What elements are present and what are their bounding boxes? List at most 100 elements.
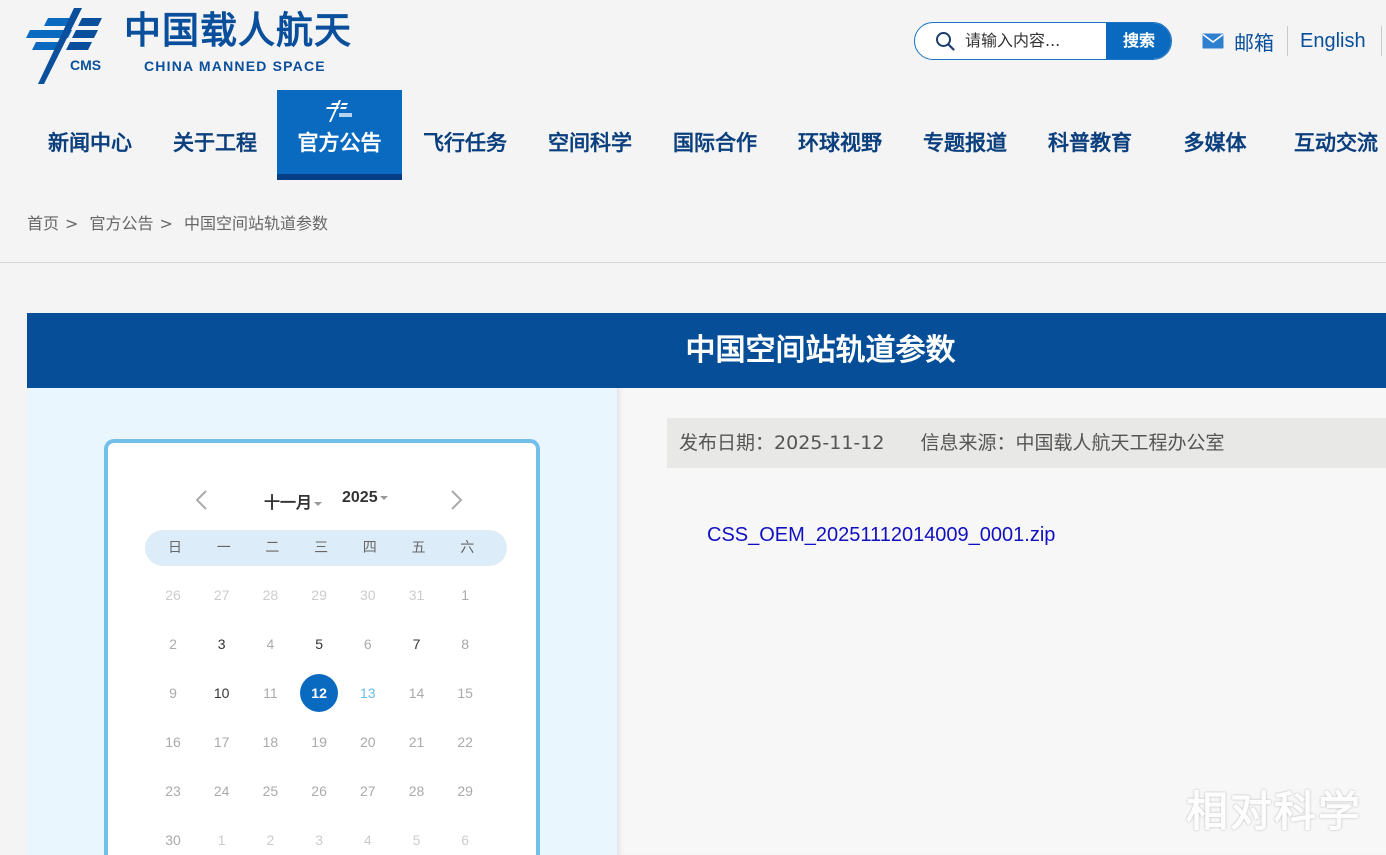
calendar-day[interactable]: 14 xyxy=(397,673,437,713)
calendar-day[interactable]: 24 xyxy=(202,771,242,811)
date-calendar: 十一月 2025 日一二三四五六 26 27 28 29 30 31 1 2 3 4 5 6 7 8 9 10… xyxy=(104,439,540,855)
publish-date: 2025-11-12 xyxy=(774,432,885,454)
calendar-day[interactable]: 26 xyxy=(153,575,193,615)
logo-title-en: CHINA MANNED SPACE xyxy=(144,58,326,74)
calendar-day[interactable]: 1 xyxy=(445,575,485,615)
breadcrumb-announcements[interactable]: 官方公告 xyxy=(90,214,154,233)
calendar-day[interactable]: 30 xyxy=(153,820,193,855)
calendar-day[interactable]: 28 xyxy=(250,575,290,615)
calendar-day[interactable]: 22 xyxy=(445,722,485,762)
calendar-day[interactable]: 23 xyxy=(153,771,193,811)
svg-text:CMS: CMS xyxy=(70,57,101,73)
header-divider-line xyxy=(0,262,1386,263)
calendar-day[interactable]: 12 xyxy=(300,674,339,712)
calendar-year-select[interactable]: 2025 xyxy=(342,489,388,507)
calendar-day[interactable]: 7 xyxy=(397,624,437,664)
calendar-day[interactable]: 4 xyxy=(348,820,388,855)
search-icon xyxy=(936,32,955,51)
site-logo[interactable]: CMS 中国载人航天 CHINA MANNED SPACE xyxy=(26,8,366,84)
header-divider xyxy=(1287,26,1288,56)
calendar-day[interactable]: 20 xyxy=(348,722,388,762)
nav-item-multimedia[interactable]: 多媒体 xyxy=(1180,90,1250,180)
cms-logo-icon: CMS xyxy=(26,8,102,84)
calendar-day[interactable]: 6 xyxy=(445,820,485,855)
search-button[interactable]: 搜索 xyxy=(1106,23,1171,59)
calendar-weekday: 六 xyxy=(460,540,475,556)
calendar-day[interactable]: 11 xyxy=(250,673,290,713)
calendar-day[interactable]: 5 xyxy=(299,624,339,664)
calendar-day[interactable]: 21 xyxy=(397,722,437,762)
attachment-link[interactable]: CSS_OEM_20251112014009_0001.zip xyxy=(707,524,1055,547)
calendar-day[interactable]: 25 xyxy=(250,771,290,811)
caret-down-icon xyxy=(314,501,323,506)
calendar-month-select[interactable]: 十一月 xyxy=(264,489,323,513)
chevron-left-icon[interactable] xyxy=(192,488,212,512)
nav-item-global-view[interactable]: 环球视野 xyxy=(794,90,886,180)
calendar-day[interactable]: 17 xyxy=(202,722,242,762)
nav-item-missions[interactable]: 飞行任务 xyxy=(419,90,511,180)
calendar-weekday: 四 xyxy=(362,540,377,556)
breadcrumb-home[interactable]: 首页 xyxy=(27,214,59,233)
mailbox-link[interactable]: 邮箱 xyxy=(1202,28,1274,55)
calendar-day[interactable]: 4 xyxy=(250,624,290,664)
calendar-day[interactable]: 1 xyxy=(202,820,242,855)
article-title: 中国空间站轨道参数 xyxy=(27,313,1386,388)
calendar-day[interactable]: 19 xyxy=(299,722,339,762)
calendar-day[interactable]: 15 xyxy=(445,673,485,713)
calendar-day[interactable]: 26 xyxy=(299,771,339,811)
calendar-day[interactable]: 31 xyxy=(397,575,437,615)
caret-down-icon xyxy=(379,495,388,500)
calendar-weekday: 五 xyxy=(411,540,426,556)
calendar-weekday: 一 xyxy=(216,540,231,556)
calendar-day[interactable]: 3 xyxy=(202,624,242,664)
calendar-day[interactable]: 8 xyxy=(445,624,485,664)
calendar-day[interactable]: 29 xyxy=(445,771,485,811)
calendar-day[interactable]: 16 xyxy=(153,722,193,762)
calendar-weekday: 二 xyxy=(265,540,280,556)
breadcrumb-separator: > xyxy=(65,214,79,233)
nav-item-announcements[interactable]: 官方公告 xyxy=(277,90,402,180)
calendar-day[interactable]: 2 xyxy=(153,624,193,664)
header-divider xyxy=(1381,26,1382,56)
cms-mark-icon xyxy=(325,100,352,122)
chevron-right-icon[interactable] xyxy=(446,488,466,512)
source-value: 中国载人航天工程办公室 xyxy=(1015,432,1225,454)
calendar-day[interactable]: 9 xyxy=(153,673,193,713)
site-header: CMS 中国载人航天 CHINA MANNED SPACE 搜索 邮箱 Engl… xyxy=(0,0,1386,262)
breadcrumb-current: 中国空间站轨道参数 xyxy=(184,214,329,233)
logo-title-cn: 中国载人航天 xyxy=(124,9,352,52)
source-label: 信息来源： xyxy=(920,432,1016,454)
nav-item-special-reports[interactable]: 专题报道 xyxy=(919,90,1011,180)
watermark: 相对科学 xyxy=(1186,787,1363,836)
calendar-weekday-header: 日一二三四五六 xyxy=(145,530,507,566)
calendar-day[interactable]: 13 xyxy=(348,673,388,713)
calendar-day[interactable]: 27 xyxy=(348,771,388,811)
nav-item-news[interactable]: 新闻中心 xyxy=(44,90,136,180)
main-nav: 新闻中心 关于工程 官方公告 飞行任务 空间科学 国际合作 环球视野 专题报道 … xyxy=(0,90,1386,182)
search-input[interactable] xyxy=(965,23,1105,58)
calendar-day[interactable]: 30 xyxy=(348,575,388,615)
search-box: 搜索 xyxy=(914,22,1172,60)
nav-item-science-education[interactable]: 科普教育 xyxy=(1044,90,1136,180)
calendar-year-label: 2025 xyxy=(342,489,378,506)
calendar-weekday: 日 xyxy=(168,540,182,556)
calendar-day[interactable]: 28 xyxy=(397,771,437,811)
nav-item-interaction[interactable]: 互动交流 xyxy=(1294,90,1386,180)
calendar-day[interactable]: 18 xyxy=(250,722,290,762)
publish-date-label: 发布日期： xyxy=(679,432,775,454)
calendar-day[interactable]: 27 xyxy=(202,575,242,615)
english-link[interactable]: English xyxy=(1300,28,1366,54)
nav-item-international[interactable]: 国际合作 xyxy=(669,90,761,180)
calendar-day[interactable]: 29 xyxy=(299,575,339,615)
calendar-month-label: 十一月 xyxy=(264,493,313,512)
calendar-day[interactable]: 5 xyxy=(397,820,437,855)
calendar-day[interactable]: 2 xyxy=(250,820,290,855)
calendar-day[interactable]: 3 xyxy=(299,820,339,855)
calendar-day[interactable]: 6 xyxy=(348,624,388,664)
nav-item-space-science[interactable]: 空间科学 xyxy=(544,90,636,180)
breadcrumb: 首页 > 官方公告 > 中国空间站轨道参数 xyxy=(27,210,334,234)
calendar-day[interactable]: 10 xyxy=(202,673,242,713)
nav-item-about[interactable]: 关于工程 xyxy=(169,90,261,180)
article-meta: 发布日期：2025-11-12 信息来源：中国载人航天工程办公室 xyxy=(667,418,1386,468)
mailbox-label: 邮箱 xyxy=(1234,30,1274,55)
